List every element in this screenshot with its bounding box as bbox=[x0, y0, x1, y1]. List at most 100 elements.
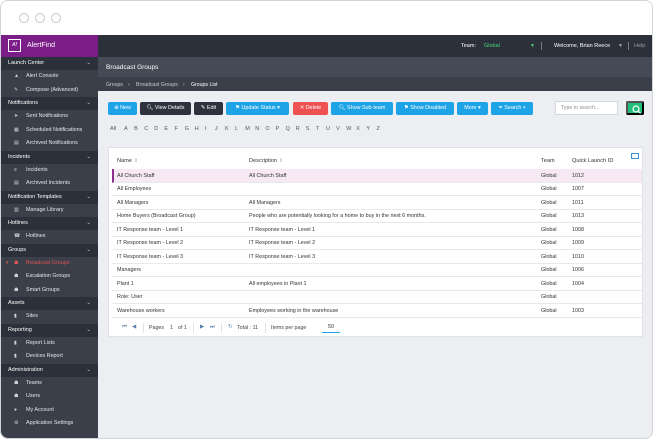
sidebar-item[interactable]: ☗ Smart Groups bbox=[1, 284, 98, 298]
alphabet-filter-letter[interactable]: J bbox=[215, 126, 218, 132]
sidebar-item[interactable]: ☎ Hotlines bbox=[1, 230, 98, 244]
items-per-page-input[interactable]: 50 bbox=[322, 322, 340, 333]
search-filter-button[interactable]: ⏷ Search ▾ bbox=[491, 102, 533, 115]
alphabet-filter-letter[interactable]: V bbox=[336, 126, 340, 132]
next-page-icon[interactable]: ▶ bbox=[200, 324, 204, 330]
show-subteam-button[interactable]: 🔍︎ Show Sub-team bbox=[331, 102, 393, 115]
table-row[interactable]: IT Response team - Level 3 IT Response te… bbox=[112, 250, 642, 264]
alphabet-filter-letter[interactable]: O bbox=[265, 126, 269, 132]
column-chooser-icon[interactable] bbox=[631, 153, 639, 159]
user-menu[interactable]: Welcome, Brian Reece bbox=[554, 43, 610, 49]
table-row[interactable]: All Employees Global 1007 bbox=[112, 183, 642, 196]
new-button[interactable]: ⊕ New bbox=[108, 102, 137, 115]
more-button[interactable]: More ▾ bbox=[457, 102, 488, 115]
sidebar-item[interactable]: ▤ Archived Incidents bbox=[1, 177, 98, 191]
table-row[interactable]: All Managers All Managers Global 1011 bbox=[112, 196, 642, 210]
breadcrumb-groups[interactable]: Groups bbox=[106, 82, 123, 88]
alphabet-filter-letter[interactable]: F bbox=[175, 126, 178, 132]
search-go-button[interactable] bbox=[626, 101, 644, 115]
help-menu[interactable]: Help bbox=[634, 43, 645, 49]
table-row[interactable]: Plant 1 All employees in Plant 1 Global 100… bbox=[112, 277, 642, 291]
sidebar-item[interactable]: ⚙ Application Settings bbox=[1, 417, 98, 431]
alphabet-filter-letter[interactable]: H bbox=[195, 126, 199, 132]
alphabet-filter-letter[interactable]: I bbox=[205, 126, 207, 132]
first-page-icon[interactable]: ⏮ bbox=[122, 324, 127, 331]
sidebar-item[interactable]: ≡ Incidents bbox=[1, 164, 98, 178]
table-row[interactable]: Warehouse workers Employees working in th… bbox=[112, 304, 642, 318]
alphabet-filter-letter[interactable]: Y bbox=[366, 126, 370, 132]
alphabet-filter-letter[interactable]: E bbox=[164, 126, 168, 132]
sidebar-item[interactable]: ✎ Compose (Advanced) bbox=[1, 84, 98, 98]
alphabet-filter-letter[interactable]: B bbox=[134, 126, 138, 132]
sidebar-item[interactable]: ☗ Teams bbox=[1, 377, 98, 391]
alphabet-filter-letter[interactable]: T bbox=[316, 126, 319, 132]
alphabet-filter-letter[interactable]: U bbox=[326, 126, 330, 132]
alphabet-filter-letter[interactable]: N bbox=[255, 126, 259, 132]
logo[interactable]: Af AlertFind bbox=[1, 35, 98, 57]
alphabet-filter-letter[interactable]: C bbox=[144, 126, 148, 132]
alphabet-filter-letter[interactable]: W bbox=[346, 126, 351, 132]
search-input[interactable] bbox=[555, 101, 618, 115]
sidebar-item[interactable]: ▥ Manage Library bbox=[1, 204, 98, 218]
table-row[interactable]: IT Response team - Level 1 IT Response te… bbox=[112, 223, 642, 237]
chevron-down-icon[interactable]: ▼ bbox=[618, 43, 623, 49]
table-row[interactable]: All Church Staff All Church Staff Global 10… bbox=[112, 169, 642, 183]
column-header-team[interactable]: Team bbox=[541, 158, 555, 164]
window-maximize-dot[interactable] bbox=[51, 13, 61, 23]
breadcrumb-broadcast-groups[interactable]: Broadcast Groups bbox=[136, 82, 178, 88]
sidebar-item[interactable]: ▤ Archived Notifications bbox=[1, 137, 98, 151]
alphabet-filter-letter[interactable]: M bbox=[245, 126, 250, 132]
sidebar-section[interactable]: Launch Center ⌄ bbox=[1, 57, 98, 70]
window-close-dot[interactable] bbox=[19, 13, 29, 23]
window-minimize-dot[interactable] bbox=[35, 13, 45, 23]
sidebar-item[interactable]: ☗ Users bbox=[1, 390, 98, 404]
column-header-quick-launch-id[interactable]: Quick Launch ID bbox=[572, 158, 613, 164]
sidebar-section[interactable]: Hotlines ⌄ bbox=[1, 217, 98, 230]
alphabet-filter-letter[interactable]: P bbox=[276, 126, 280, 132]
alphabet-filter-letter[interactable]: R bbox=[296, 126, 300, 132]
sidebar-item[interactable]: ☗ Escalation Groups bbox=[1, 270, 98, 284]
sidebar-item[interactable]: ▮ Devices Report bbox=[1, 350, 98, 364]
sidebar-item[interactable]: ▲ Alert Console bbox=[1, 70, 98, 84]
sidebar-section[interactable]: Notifications ⌄ bbox=[1, 97, 98, 110]
table-row[interactable]: IT Response team - Level 2 IT Response te… bbox=[112, 237, 642, 250]
sidebar-item[interactable]: ● My Account bbox=[1, 404, 98, 418]
sidebar-section[interactable]: Assets ⌄ bbox=[1, 297, 98, 310]
alphabet-filter-letter[interactable]: A bbox=[124, 126, 128, 132]
delete-button[interactable]: ✕ Delete bbox=[293, 102, 328, 115]
column-header-description[interactable]: Description ⇕ bbox=[249, 158, 283, 164]
alphabet-filter-letter[interactable]: G bbox=[185, 126, 189, 132]
sidebar-item[interactable]: ➤ Sent Notifications bbox=[1, 110, 98, 124]
alphabet-filter-letter[interactable]: L bbox=[235, 126, 238, 132]
alphabet-filter-letter[interactable]: X bbox=[356, 126, 360, 132]
edit-button[interactable]: ✎ Edit bbox=[194, 102, 223, 115]
alphabet-filter-letter[interactable]: K bbox=[225, 126, 229, 132]
alphabet-filter-letter[interactable]: Z bbox=[377, 126, 380, 132]
sidebar-section[interactable]: Incidents ⌄ bbox=[1, 150, 98, 164]
sidebar-section[interactable]: Reporting ⌄ bbox=[1, 323, 98, 337]
current-page-field[interactable]: 1 bbox=[170, 325, 173, 331]
alphabet-filter-letter[interactable]: D bbox=[154, 126, 158, 132]
sidebar-section[interactable]: Administration ⌄ bbox=[1, 363, 98, 377]
alphabet-filter-letter[interactable]: All bbox=[110, 126, 116, 132]
show-disabled-button[interactable]: ⚑ Show Disabled bbox=[396, 102, 454, 115]
table-row[interactable]: Managers Global 1006 bbox=[112, 264, 642, 277]
update-status-button[interactable]: ⚑ Update Status ▾ bbox=[226, 102, 289, 115]
sidebar-section[interactable]: Groups ⌄ bbox=[1, 243, 98, 257]
chevron-down-icon[interactable]: ▼ bbox=[530, 43, 535, 49]
sidebar-item[interactable]: ▾ ☗ Broadcast Groups bbox=[1, 257, 98, 271]
sidebar-section[interactable]: Notification Templates ⌄ bbox=[1, 190, 98, 204]
sidebar-item[interactable]: ▮ Sites bbox=[1, 310, 98, 324]
view-details-button[interactable]: 🔍︎ View Details bbox=[140, 102, 191, 115]
prev-page-icon[interactable]: ◀ bbox=[132, 324, 136, 330]
sidebar-item[interactable]: ▮ Report Lists bbox=[1, 337, 98, 351]
alphabet-filter-letter[interactable]: S bbox=[306, 126, 310, 132]
table-row[interactable]: Role: User Global bbox=[112, 291, 642, 304]
team-selector[interactable]: Global bbox=[484, 43, 500, 49]
refresh-icon[interactable]: ↻ bbox=[228, 324, 233, 330]
alphabet-filter-letter[interactable]: Q bbox=[286, 126, 290, 132]
table-row[interactable]: Home Buyers (Broadcast Group) People who … bbox=[112, 210, 642, 223]
last-page-icon[interactable]: ⏭ bbox=[210, 324, 215, 331]
sidebar-item[interactable]: ▦ Scheduled Notifications bbox=[1, 124, 98, 138]
column-header-name[interactable]: Name ⇕ bbox=[117, 158, 138, 164]
